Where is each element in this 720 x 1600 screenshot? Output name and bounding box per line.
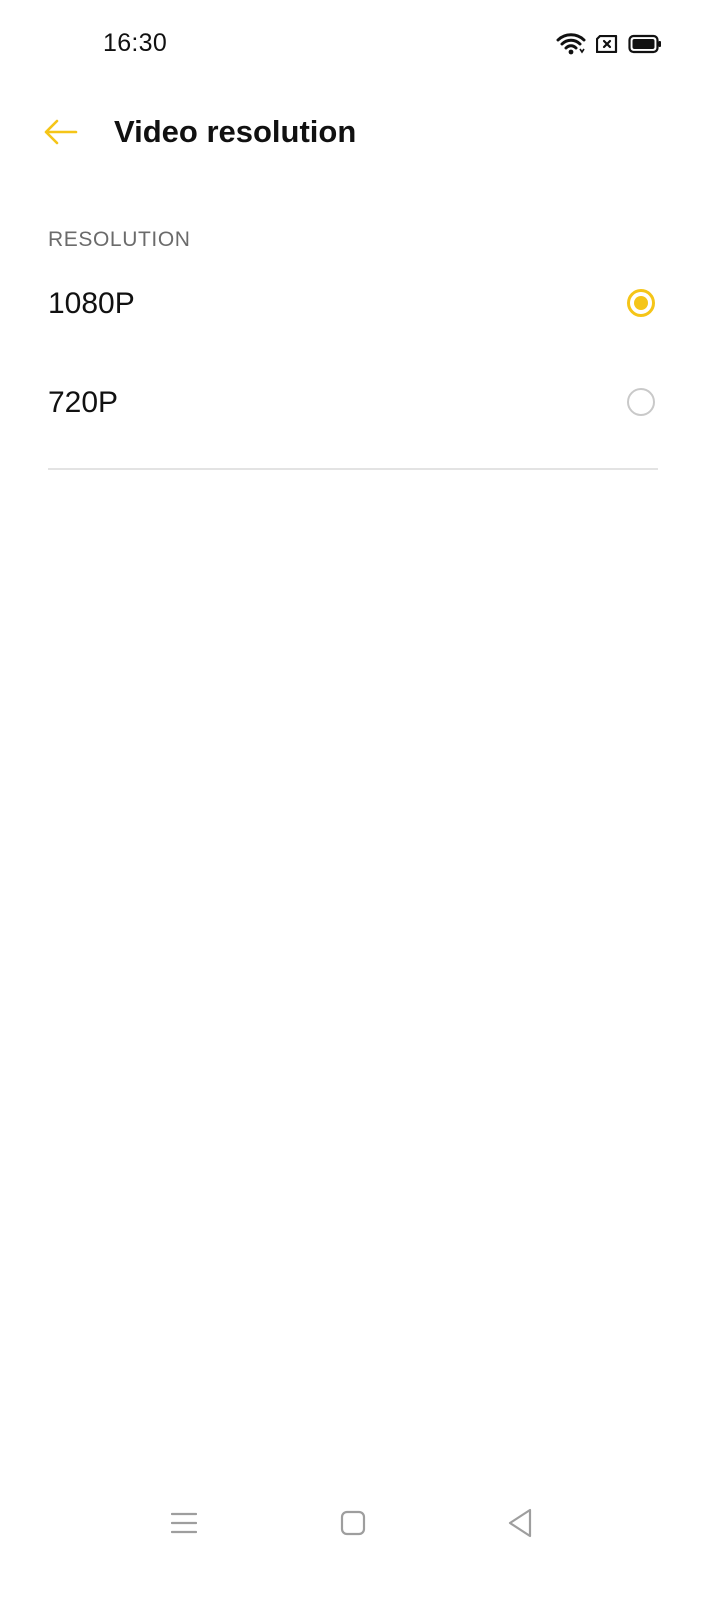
- option-label: 1080P: [48, 287, 135, 320]
- wifi-icon: [556, 32, 586, 56]
- page-title: Video resolution: [114, 114, 357, 149]
- home-button[interactable]: [331, 1505, 375, 1545]
- back-button[interactable]: [30, 104, 90, 164]
- status-time: 16:30: [103, 29, 168, 57]
- back-triangle-icon: [507, 1508, 533, 1543]
- option-720p[interactable]: 720P: [0, 355, 720, 453]
- arrow-left-icon: [42, 118, 78, 151]
- nav-back-button[interactable]: [498, 1505, 542, 1545]
- home-square-icon: [340, 1510, 366, 1541]
- radio-unselected-icon[interactable]: [627, 388, 655, 416]
- status-bar: 16:30: [0, 0, 720, 88]
- section-header: RESOLUTION: [48, 228, 191, 251]
- sim-card-icon: [596, 35, 618, 53]
- battery-icon: [628, 34, 662, 54]
- option-1080p[interactable]: 1080P: [0, 256, 720, 354]
- app-bar: Video resolution: [0, 96, 720, 172]
- status-icons: [556, 30, 662, 58]
- option-label: 720P: [48, 386, 119, 419]
- divider: [48, 468, 658, 470]
- menu-icon: [170, 1510, 198, 1541]
- radio-selected-icon[interactable]: [627, 289, 655, 317]
- recents-button[interactable]: [162, 1505, 206, 1545]
- navigation-bar: [0, 1490, 720, 1560]
